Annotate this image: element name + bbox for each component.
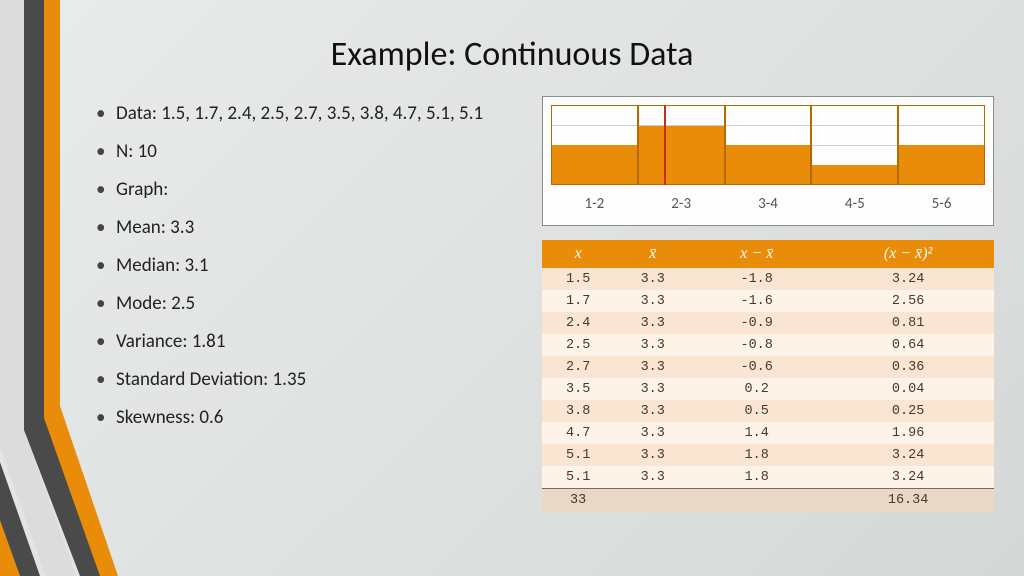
list-item: N: 10 [96, 142, 516, 161]
table-footer: 33 16.34 [542, 489, 994, 513]
table-row: 2.53.3-0.80.64 [542, 334, 994, 356]
table-row: 1.73.3-1.62.56 [542, 290, 994, 312]
histogram-bar [638, 105, 725, 185]
table-row: 5.13.31.83.24 [542, 444, 994, 466]
list-item: Median: 3.1 [96, 256, 516, 275]
list-item: Variance: 1.81 [96, 332, 516, 351]
list-item: Standard Deviation: 1.35 [96, 370, 516, 389]
histogram-tick-label: 4-5 [811, 189, 898, 219]
col-header-devsq: (x − x̄)² [822, 240, 994, 268]
list-item: Graph: [96, 180, 516, 199]
slide-title: Example: Continuous Data [0, 34, 1024, 75]
list-item: Data: 1.5, 1.7, 2.4, 2.5, 2.7, 3.5, 3.8,… [96, 104, 516, 123]
col-header-dev: x − x̄ [691, 240, 822, 268]
mean-line [664, 105, 666, 185]
histogram-tick-label: 3-4 [725, 189, 812, 219]
table-row: 5.13.31.83.24 [542, 466, 994, 489]
table-row: 1.53.3-1.83.24 [542, 268, 994, 290]
histogram-bars [551, 105, 985, 185]
table-row: 2.43.3-0.90.81 [542, 312, 994, 334]
list-item: Mode: 2.5 [96, 294, 516, 313]
table-row: 2.73.3-0.60.36 [542, 356, 994, 378]
table-row: 3.53.30.20.04 [542, 378, 994, 400]
stats-table: x x̄ x − x̄ (x − x̄)² 1.53.3-1.83.241.73… [542, 240, 994, 512]
histogram-bar [725, 105, 812, 185]
histogram-tick-label: 5-6 [898, 189, 985, 219]
histogram-bar [898, 105, 985, 185]
list-item: Skewness: 0.6 [96, 408, 516, 427]
col-header-xbar: x̄ [614, 240, 691, 268]
histogram-bar [811, 105, 898, 185]
list-item: Mean: 3.3 [96, 218, 516, 237]
histogram-tick-label: 1-2 [551, 189, 638, 219]
histogram-tick-label: 2-3 [638, 189, 725, 219]
col-header-x: x [542, 240, 614, 268]
table-row: 3.83.30.50.25 [542, 400, 994, 422]
bullet-list: Data: 1.5, 1.7, 2.4, 2.5, 2.7, 3.5, 3.8,… [96, 104, 516, 446]
histogram-labels: 1-22-33-44-55-6 [551, 189, 985, 219]
histogram: 1-22-33-44-55-6 [542, 96, 994, 226]
histogram-bar [551, 105, 638, 185]
table-row: 4.73.31.41.96 [542, 422, 994, 444]
